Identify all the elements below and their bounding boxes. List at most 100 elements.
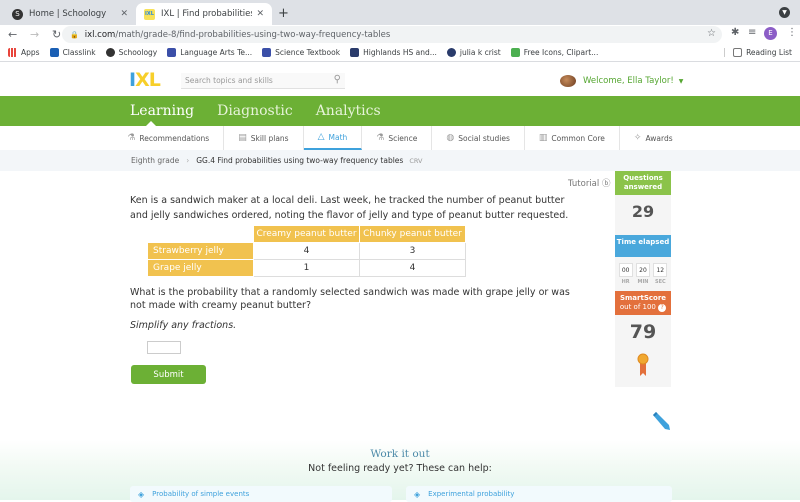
apps-grid-icon xyxy=(8,48,17,57)
avatar xyxy=(560,75,576,87)
tab-ixl[interactable]: IXL IXL | Find probabilities using tw ✕ xyxy=(136,3,272,25)
subnav-label: Recommendations xyxy=(139,133,210,143)
subnav-social-studies[interactable]: ◍ Social studies xyxy=(432,126,525,150)
breadcrumb-grade[interactable]: Eighth grade xyxy=(131,156,179,165)
bookmark-language-arts[interactable]: Language Arts Te... xyxy=(167,48,252,57)
julia-icon xyxy=(446,48,456,57)
bookmark-label: Language Arts Te... xyxy=(180,48,253,57)
subnav-label: Common Core xyxy=(551,133,605,143)
table-header-row: Creamy peanut butter Chunky peanut butte… xyxy=(148,225,466,243)
browser-tab-bar: S Home | Schoology ✕ IXL IXL | Find prob… xyxy=(0,0,800,25)
answer-input[interactable] xyxy=(147,341,181,354)
math-icon: △ xyxy=(317,132,325,142)
ixl-logo[interactable]: IXL xyxy=(129,69,161,91)
timer-unit: SEC xyxy=(654,279,666,285)
breadcrumb: Eighth grade › GG.4 Find probabilities u… xyxy=(0,150,800,171)
welcome-text: Welcome, Ella Taylor! xyxy=(583,76,674,86)
gem-icon: ◈ xyxy=(138,489,145,499)
sub-nav: ⚗ Recommendations ▤ Skill plans △ Math ⚗ Sci… xyxy=(0,126,800,150)
reading-list-icon xyxy=(733,48,743,57)
table-cell: 4 xyxy=(359,259,466,277)
tutorial-link[interactable]: Tutorial ⓑ xyxy=(568,177,610,189)
timer-value: 12 xyxy=(653,263,668,277)
time-elapsed-label: Time elapsed xyxy=(615,235,671,257)
menu-icon[interactable]: ⋮ xyxy=(787,27,797,38)
submit-button[interactable]: Submit xyxy=(131,365,206,384)
ribbon-award-icon xyxy=(637,353,649,376)
downloads-icon[interactable]: ▼ xyxy=(779,7,790,18)
questions-answered-value: 29 xyxy=(631,202,655,221)
table-cell: 3 xyxy=(359,242,466,260)
bookmark-classlink[interactable]: Classlink xyxy=(49,48,96,57)
reading-list-label: Reading List xyxy=(746,48,792,57)
ixl-icon: IXL xyxy=(144,8,155,20)
subnav-recommendations[interactable]: ⚗ Recommendations xyxy=(113,126,225,150)
nav-analytics[interactable]: Analytics xyxy=(316,103,381,119)
forward-button[interactable]: → xyxy=(30,28,44,41)
timer-unit: HR xyxy=(621,279,630,285)
subnav-skill-plans[interactable]: ▤ Skill plans xyxy=(224,126,304,150)
reading-list[interactable]: Reading List xyxy=(724,48,792,57)
timer-value: 20 xyxy=(635,263,650,277)
schoology-icon xyxy=(105,48,115,57)
bookmark-free-icons[interactable]: Free Icons, Clipart... xyxy=(510,48,599,57)
timer-minutes: 20 MIN xyxy=(635,263,650,285)
table-cell: 1 xyxy=(253,259,360,277)
bookmark-star-icon[interactable]: ☆ xyxy=(707,28,716,39)
awards-icon: ✧ xyxy=(633,133,642,143)
row-header: Strawberry jelly xyxy=(147,242,254,260)
user-menu[interactable]: Welcome, Ella Taylor! ▼ xyxy=(560,75,683,87)
subnav-common-core[interactable]: ▥ Common Core xyxy=(525,126,620,150)
help-card-label: Probability of simple events xyxy=(152,490,250,498)
frequency-table: Creamy peanut butter Chunky peanut butte… xyxy=(147,225,466,277)
profile-avatar[interactable]: E xyxy=(764,27,777,40)
tab-label: Home | Schoology xyxy=(29,9,107,19)
address-bar-row: ← → ↻ 🔒 ixl.com/math/grade-8/find-probab… xyxy=(0,25,800,44)
bookmark-highlands[interactable]: Highlands HS and... xyxy=(350,48,437,57)
logo-l: L xyxy=(148,69,161,91)
subnav-awards[interactable]: ✧ Awards xyxy=(620,126,687,150)
back-button[interactable]: ← xyxy=(8,28,22,41)
bookmark-science-textbook[interactable]: Science Textbook xyxy=(262,48,340,57)
smartscore-value: 79 xyxy=(629,321,657,343)
nav-diagnostic[interactable]: Diagnostic xyxy=(217,103,293,119)
close-tab-icon[interactable]: ✕ xyxy=(120,9,128,19)
logo-x: X xyxy=(135,69,150,91)
science-icon: ⚗ xyxy=(376,133,385,143)
url-field[interactable]: 🔒 ixl.com/math/grade-8/find-probabilitie… xyxy=(62,26,722,43)
nav-learning[interactable]: Learning xyxy=(130,103,194,119)
textbook-icon xyxy=(167,48,177,57)
bookmark-apps[interactable]: Apps xyxy=(8,48,40,57)
subnav-label: Social studies xyxy=(458,133,510,143)
search-icon[interactable]: ⚲ xyxy=(334,74,341,85)
close-tab-icon[interactable]: ✕ xyxy=(256,9,264,19)
progress-sidebar: Questions answered 29 Time elapsed 00 HR … xyxy=(615,171,671,387)
bookmark-label: Apps xyxy=(21,48,40,57)
tab-schoology[interactable]: S Home | Schoology ✕ xyxy=(4,3,136,25)
bookmarks-bar: Apps Classlink Schoology Language Arts T… xyxy=(0,44,800,62)
extensions-icon[interactable]: ✱ xyxy=(731,27,739,38)
bookmark-label: Science Textbook xyxy=(275,48,341,57)
skill-code: CRV xyxy=(409,156,423,165)
smartscore-sub: out of 100 xyxy=(619,303,656,311)
bookmark-label: Schoology xyxy=(118,48,158,57)
subnav-label: Skill plans xyxy=(250,133,289,143)
new-tab-button[interactable]: + xyxy=(278,6,289,21)
lock-icon: 🔒 xyxy=(70,30,79,39)
subnav-math[interactable]: △ Math xyxy=(303,126,363,150)
questions-answered-label: Questions answered xyxy=(615,171,671,195)
bookmark-label: Free Icons, Clipart... xyxy=(523,48,599,57)
bookmark-schoology[interactable]: Schoology xyxy=(105,48,158,57)
smartscore-label: SmartScore xyxy=(619,294,667,302)
help-icon[interactable]: ? xyxy=(658,304,667,312)
media-icon[interactable]: ≡ xyxy=(748,27,756,38)
bookmark-label: Highlands HS and... xyxy=(363,48,437,57)
pencil-icon[interactable] xyxy=(650,410,672,432)
ixl-header: IXL Search topics and skills ⚲ Welcome, … xyxy=(0,62,800,96)
subnav-science[interactable]: ⚗ Science xyxy=(362,126,433,150)
search-input[interactable]: Search topics and skills ⚲ xyxy=(181,73,345,89)
url-domain: ixl.com xyxy=(84,29,116,40)
bookmark-julia[interactable]: julia k crist xyxy=(446,48,501,57)
search-placeholder: Search topics and skills xyxy=(185,76,273,85)
question-hint: Simplify any fractions. xyxy=(130,320,237,331)
